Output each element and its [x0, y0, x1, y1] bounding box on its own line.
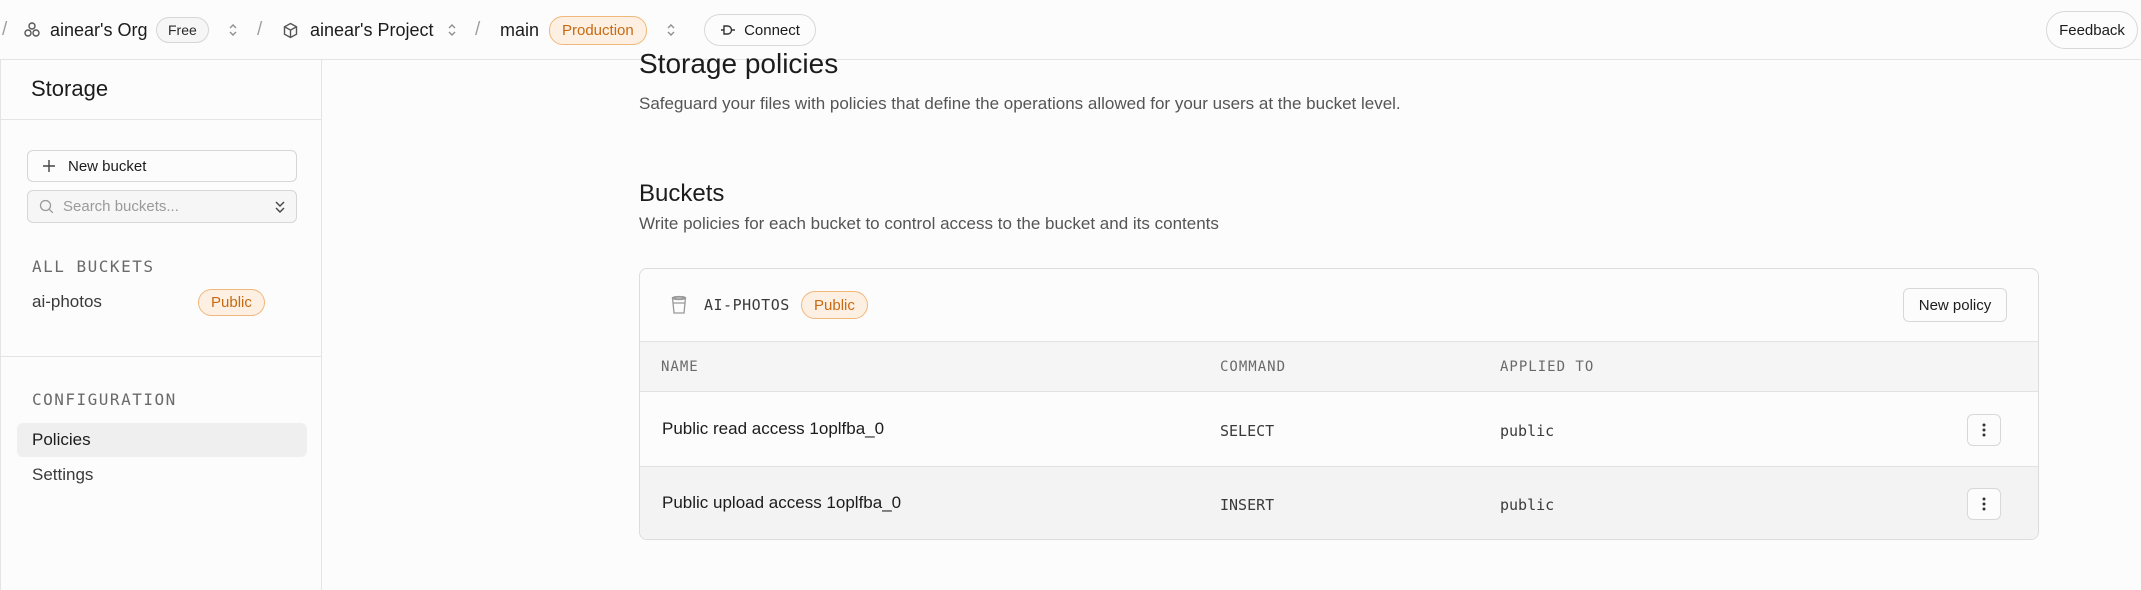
- policy-name: Public read access 1oplfba_0: [662, 419, 885, 438]
- new-bucket-button[interactable]: New bucket: [27, 150, 297, 182]
- project-name[interactable]: ainear's Project: [310, 0, 434, 60]
- sidebar-item-policies[interactable]: Policies: [17, 423, 307, 457]
- connect-label: Connect: [744, 21, 800, 39]
- environment-badge: Production: [549, 15, 647, 45]
- more-vertical-icon: [1982, 423, 1986, 437]
- divider: [1, 356, 322, 357]
- policy-name: Public upload access 1oplfba_0: [662, 493, 902, 512]
- search-icon: [39, 199, 54, 214]
- plug-icon: [721, 25, 736, 35]
- project-icon: [282, 0, 299, 60]
- all-buckets-heading: ALL BUCKETS: [32, 257, 155, 276]
- row-actions-button[interactable]: [1967, 414, 2001, 446]
- breadcrumb-separator: /: [2, 19, 8, 40]
- project-switcher-chevron-icon[interactable]: [446, 0, 458, 60]
- row-actions-button[interactable]: [1967, 488, 2001, 520]
- page-title: Storage policies: [639, 48, 839, 79]
- plus-icon: [43, 160, 55, 172]
- column-header-command: COMMAND: [1220, 359, 1287, 375]
- new-bucket-label: New bucket: [68, 157, 147, 175]
- bucket-card-header: AI-PHOTOS Public New policy: [640, 269, 2038, 342]
- sidebar-item-label: Policies: [32, 430, 91, 449]
- bucket-name: ai-photos: [32, 292, 102, 311]
- divider: [1, 119, 322, 120]
- buckets-subtitle: Write policies for each bucket to contro…: [639, 214, 1219, 233]
- bucket-policies-card: AI-PHOTOS Public New policy NAME COMMAND…: [639, 268, 2039, 540]
- org-plan-badge: Free: [156, 17, 209, 43]
- new-policy-button[interactable]: New policy: [1903, 288, 2007, 322]
- org-name[interactable]: ainear's Org: [50, 0, 147, 60]
- branch-name[interactable]: main: [500, 0, 539, 60]
- storage-sidebar: Storage New bucket Search buckets... ALL…: [0, 60, 322, 590]
- search-buckets-input[interactable]: Search buckets...: [27, 190, 297, 223]
- sidebar-title: Storage: [31, 76, 109, 101]
- main-content: Storage policies Safeguard your files wi…: [323, 48, 2141, 590]
- bucket-icon: [671, 295, 687, 314]
- sidebar-bucket-ai-photos[interactable]: ai-photos Public: [1, 286, 322, 320]
- page-subtitle: Safeguard your files with policies that …: [639, 94, 1401, 113]
- policy-command: SELECT: [1220, 422, 1275, 440]
- top-bar: / ainear's Org Free / ainear's Project /…: [0, 0, 2141, 60]
- buckets-heading: Buckets: [639, 180, 725, 207]
- feedback-button[interactable]: Feedback: [2046, 11, 2138, 49]
- more-vertical-icon: [1982, 497, 1986, 511]
- bucket-public-badge: Public: [198, 289, 265, 316]
- org-icon: [23, 0, 41, 60]
- sidebar-item-label: Settings: [32, 465, 94, 484]
- table-row[interactable]: Public upload access 1oplfba_0 INSERT pu…: [640, 466, 2038, 539]
- policy-applied-to: public: [1500, 496, 1555, 514]
- breadcrumb-separator: /: [475, 19, 481, 40]
- bucket-card-public-badge: Public: [801, 291, 868, 319]
- configuration-heading: CONFIGURATION: [32, 390, 177, 409]
- org-switcher-chevron-icon[interactable]: [227, 0, 239, 60]
- column-header-name: NAME: [661, 359, 699, 375]
- table-row[interactable]: Public read access 1oplfba_0 SELECT publ…: [640, 393, 2038, 466]
- column-header-applied-to: APPLIED TO: [1500, 359, 1595, 375]
- sort-chevron-icon[interactable]: [274, 199, 286, 215]
- breadcrumb-separator: /: [257, 19, 263, 40]
- search-placeholder: Search buckets...: [63, 198, 179, 215]
- bucket-card-name: AI-PHOTOS: [704, 296, 790, 314]
- policy-applied-to: public: [1500, 422, 1555, 440]
- sidebar-item-settings[interactable]: Settings: [17, 458, 307, 492]
- policies-table-header: NAME COMMAND APPLIED TO: [640, 342, 2038, 392]
- connect-button[interactable]: Connect: [704, 14, 816, 46]
- policy-command: INSERT: [1220, 496, 1275, 514]
